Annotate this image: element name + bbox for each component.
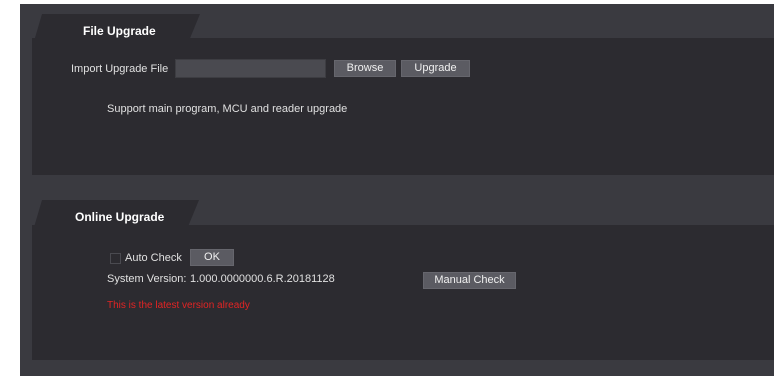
support-description: Support main program, MCU and reader upg…	[107, 103, 348, 115]
upgrade-button[interactable]: Upgrade	[401, 60, 470, 77]
system-version-label: System Version:	[107, 273, 187, 285]
browse-button[interactable]: Browse	[334, 60, 396, 77]
ok-button[interactable]: OK	[190, 249, 234, 266]
file-upgrade-panel: Import Upgrade File Browse Upgrade Suppo…	[32, 38, 774, 175]
online-upgrade-panel: Auto Check OK System Version: 1.000.0000…	[32, 225, 774, 360]
import-upgrade-file-label: Import Upgrade File	[71, 63, 169, 75]
auto-check-checkbox[interactable]	[110, 253, 121, 264]
manual-check-button[interactable]: Manual Check	[423, 272, 516, 289]
online-upgrade-title: Online Upgrade	[75, 210, 165, 224]
upgrade-page: File Upgrade Import Upgrade File Browse …	[20, 4, 774, 376]
version-status-message: This is the latest version already	[107, 300, 250, 311]
system-version-value: 1.000.0000000.6.R.20181128	[190, 273, 335, 285]
file-upgrade-title: File Upgrade	[83, 24, 156, 38]
upgrade-file-input[interactable]	[175, 59, 326, 78]
auto-check-label: Auto Check	[125, 252, 182, 264]
